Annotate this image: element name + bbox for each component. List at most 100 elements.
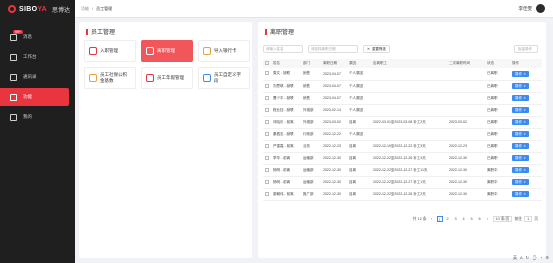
row-checkbox[interactable]	[263, 176, 271, 189]
goto-page-input[interactable]: 1	[524, 216, 533, 222]
brand-logo: SIBOYA 思博达	[0, 0, 75, 18]
table-row: 周文 - 缺联 销售 2023-04-07 个人原因 已离职 操作 ▾	[263, 68, 542, 81]
cell-status: 已离职	[485, 68, 510, 81]
row-checkbox[interactable]	[263, 128, 271, 141]
theme-icon[interactable]: ◔	[540, 255, 542, 261]
card-offboarding[interactable]: 离职管理	[141, 40, 193, 62]
column-header[interactable]: 部门	[301, 59, 321, 68]
input-method-icon[interactable]: 英	[513, 255, 517, 261]
operate-button[interactable]: 操作 ▾	[512, 83, 529, 89]
card-label: 员工自定义字段	[214, 72, 241, 83]
cell-reason: 自离	[347, 164, 371, 177]
operate-button[interactable]: 操作 ▾	[512, 155, 529, 161]
page-button[interactable]: 6	[477, 216, 483, 222]
card-annual-leave[interactable]: 员工年假管理	[141, 67, 193, 89]
operate-button[interactable]: 操作 ▾	[512, 131, 529, 137]
date-picker[interactable]: 请选择离职日期	[308, 45, 358, 53]
goto-suffix: 页	[534, 216, 538, 221]
cell-name: 梁朝伟 - 前离	[271, 188, 301, 201]
reset-filter-button[interactable]: ✕ 重置筛选	[363, 45, 390, 53]
operate-button[interactable]: 操作 ▾	[512, 179, 529, 185]
operate-button[interactable]: 操作 ▾	[512, 70, 529, 77]
table-row: 刘思琪 - 缺联 销售 2023-04-07 个人原因 已离职 操作 ▾	[263, 80, 542, 93]
page-button[interactable]: 2	[445, 216, 451, 222]
operate-button[interactable]: 操作 ▾	[512, 143, 529, 149]
cell-date2: 2022-12-30	[447, 164, 485, 177]
row-checkbox[interactable]	[263, 140, 271, 153]
operate-button[interactable]: 操作 ▾	[512, 191, 529, 197]
column-header[interactable]: 二次离职时间	[447, 59, 485, 68]
card-social-security[interactable]: 员工社保公积金基数	[84, 67, 136, 89]
operate-button[interactable]: 操作 ▾	[512, 107, 529, 113]
page-button[interactable]: 5	[469, 216, 475, 222]
row-checkbox[interactable]	[263, 68, 271, 81]
next-page-button[interactable]: ›	[485, 216, 491, 222]
sidebar-nav: 99+ 消息 工作台 通讯录 功能 我的	[0, 28, 75, 126]
calendar-icon	[146, 74, 154, 82]
row-checkbox[interactable]	[263, 80, 271, 93]
card-onboarding[interactable]: 入职管理	[84, 40, 136, 62]
user-menu[interactable]: 李佳雯	[519, 4, 545, 13]
sidebar-item-mine[interactable]: 我的	[0, 108, 75, 126]
cell-dept: 业务	[301, 140, 321, 153]
row-checkbox[interactable]	[263, 104, 271, 117]
row-checkbox[interactable]	[263, 152, 271, 165]
column-header[interactable]: 原因	[347, 59, 371, 68]
chevron-down-icon: ▾	[524, 96, 526, 100]
row-checkbox[interactable]	[263, 116, 271, 129]
chevron-down-icon: ▾	[524, 132, 526, 136]
card-label: 员工社保公积金基数	[100, 72, 127, 83]
cell-date2: 2022-12-23	[447, 140, 485, 153]
cell-status: 已离职	[485, 116, 510, 129]
avatar[interactable]	[536, 4, 545, 13]
operate-button[interactable]: 操作 ▾	[512, 119, 529, 125]
reset-filter-label: 重置筛选	[371, 46, 386, 51]
card-import-bank-card[interactable]: 导入银行卡	[198, 40, 250, 62]
cell-op: 操作 ▾	[510, 68, 542, 81]
column-header[interactable]: 应离职工	[371, 59, 447, 68]
refresh-icon[interactable]: ↻	[526, 255, 529, 261]
row-checkbox[interactable]	[263, 188, 271, 201]
cell-date: 2023-02-14	[321, 104, 347, 117]
clock-icon[interactable]: ⌚	[532, 255, 537, 261]
name-search-input[interactable]: 请输入姓名	[263, 45, 303, 53]
cell-date2: 2022-12-30	[447, 152, 485, 165]
font-icon[interactable]: A	[520, 255, 523, 261]
sidebar-item-workbench[interactable]: 工作台	[0, 48, 75, 66]
sidebar-item-functions[interactable]: 功能	[0, 88, 69, 106]
breadcrumb-current: 员工管理	[96, 5, 113, 11]
unread-badge: 99+	[13, 30, 23, 34]
settings-icon[interactable]: ⚙	[545, 255, 549, 261]
sidebar-item-messages[interactable]: 99+ 消息	[0, 28, 75, 46]
cell-status: 已离职	[485, 80, 510, 93]
breadcrumb-root[interactable]: 功能	[81, 6, 89, 12]
chevron-down-icon: ▾	[524, 192, 526, 196]
column-header[interactable]: 状态	[485, 59, 510, 68]
page-button[interactable]: 3	[453, 216, 459, 222]
cell-period: 2022-12-19至2022-12-22 补工3天	[371, 140, 447, 153]
page-size-select[interactable]: 10 条/页	[492, 216, 513, 222]
page-button[interactable]: 1	[436, 216, 443, 222]
top-bar: 功能 / 员工管理 李佳雯	[75, 0, 553, 18]
operate-button[interactable]: 操作 ▾	[512, 167, 529, 173]
sidebar: SIBOYA 思博达 99+ 消息 工作台 通讯录 功能 我的	[0, 0, 75, 263]
prev-page-button[interactable]: ‹	[429, 216, 435, 222]
select-all-checkbox[interactable]	[263, 59, 271, 68]
operate-button[interactable]: 操作 ▾	[512, 95, 529, 101]
sidebar-item-contacts[interactable]: 通讯录	[0, 68, 75, 86]
cell-date: 2022-12-30	[321, 152, 347, 165]
column-header[interactable]: 离职日期	[321, 59, 347, 68]
cell-date: 2022-12-30	[321, 188, 347, 201]
cell-status: 已离职	[485, 152, 510, 165]
cell-dept: 运输部	[301, 152, 321, 165]
cell-dept: 外观部	[301, 104, 321, 117]
row-checkbox[interactable]	[263, 92, 271, 105]
column-header[interactable]: 姓名	[271, 59, 301, 68]
page-button[interactable]: 4	[461, 216, 467, 222]
row-checkbox[interactable]	[263, 164, 271, 177]
bulk-action-select[interactable]: 批量操作	[514, 45, 538, 53]
card-custom-fields[interactable]: 员工自定义字段	[198, 67, 250, 89]
cell-date2	[447, 104, 485, 117]
cell-name: 秦昌志 - 缺联	[271, 128, 301, 141]
cell-op: 操作 ▾	[510, 176, 542, 189]
